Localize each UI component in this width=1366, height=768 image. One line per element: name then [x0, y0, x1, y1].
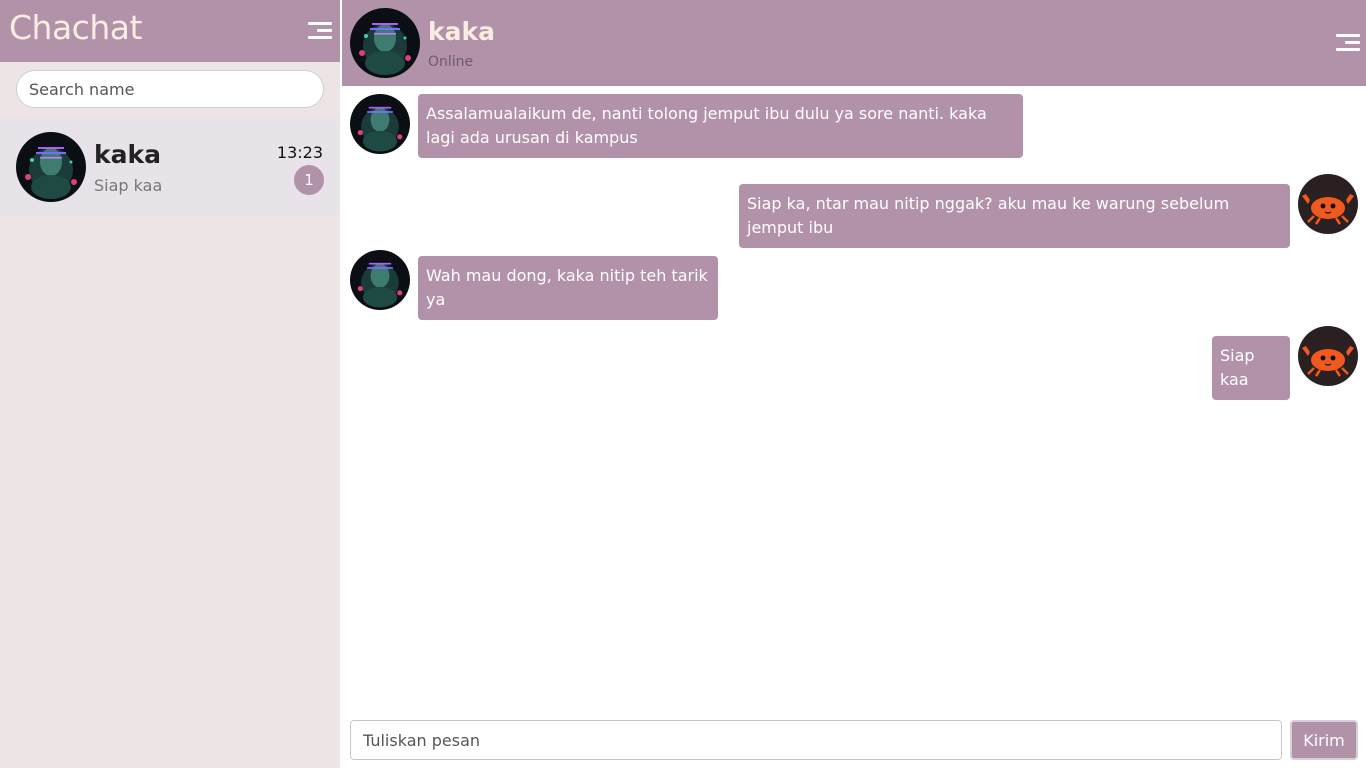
chat-menu-icon[interactable]: [1336, 32, 1360, 54]
message-bubble: Wah mau dong, kaka nitip teh tarik ya: [418, 256, 718, 320]
message-outgoing: Siap kaa: [342, 326, 1366, 400]
message-incoming: Assalamualaikum de, nanti tolong jemput …: [342, 86, 1366, 158]
message-bubble: Siap kaa: [1212, 336, 1290, 400]
message-list: Assalamualaikum de, nanti tolong jemput …: [342, 86, 1366, 710]
sidebar-header: Chachat: [0, 0, 340, 62]
sidebar-menu-icon[interactable]: [308, 20, 332, 42]
message-input[interactable]: [350, 720, 1282, 760]
sidebar: Chachat kaka Siap kaa 13:23 1: [0, 0, 340, 768]
chat-contact-status: Online: [428, 54, 474, 70]
message-avatar: [350, 250, 410, 310]
chat-header: kaka Online: [342, 0, 1366, 86]
app-title: Chachat: [9, 8, 142, 47]
message-bubble: Assalamualaikum de, nanti tolong jemput …: [418, 94, 1023, 158]
contact-time: 13:23: [276, 143, 323, 162]
message-outgoing: Siap ka, ntar mau nitip nggak? aku mau k…: [342, 174, 1366, 248]
crab-avatar-icon: [1298, 174, 1358, 234]
message-avatar: [350, 94, 410, 154]
contact-last-message: Siap kaa: [94, 176, 163, 195]
contact-avatar: [16, 132, 86, 202]
send-button[interactable]: Kirim: [1290, 720, 1358, 760]
contact-list-item[interactable]: kaka Siap kaa 13:23 1: [0, 118, 340, 216]
search-input[interactable]: [16, 70, 324, 108]
contact-name: kaka: [94, 140, 161, 169]
unread-badge: 1: [294, 165, 324, 195]
message-bubble: Siap ka, ntar mau nitip nggak? aku mau k…: [739, 184, 1290, 248]
crab-avatar-icon: [1298, 326, 1358, 386]
chat-contact-name: kaka: [428, 17, 495, 46]
chat-contact-avatar[interactable]: [350, 8, 420, 78]
message-incoming: Wah mau dong, kaka nitip teh tarik ya: [342, 250, 1366, 320]
